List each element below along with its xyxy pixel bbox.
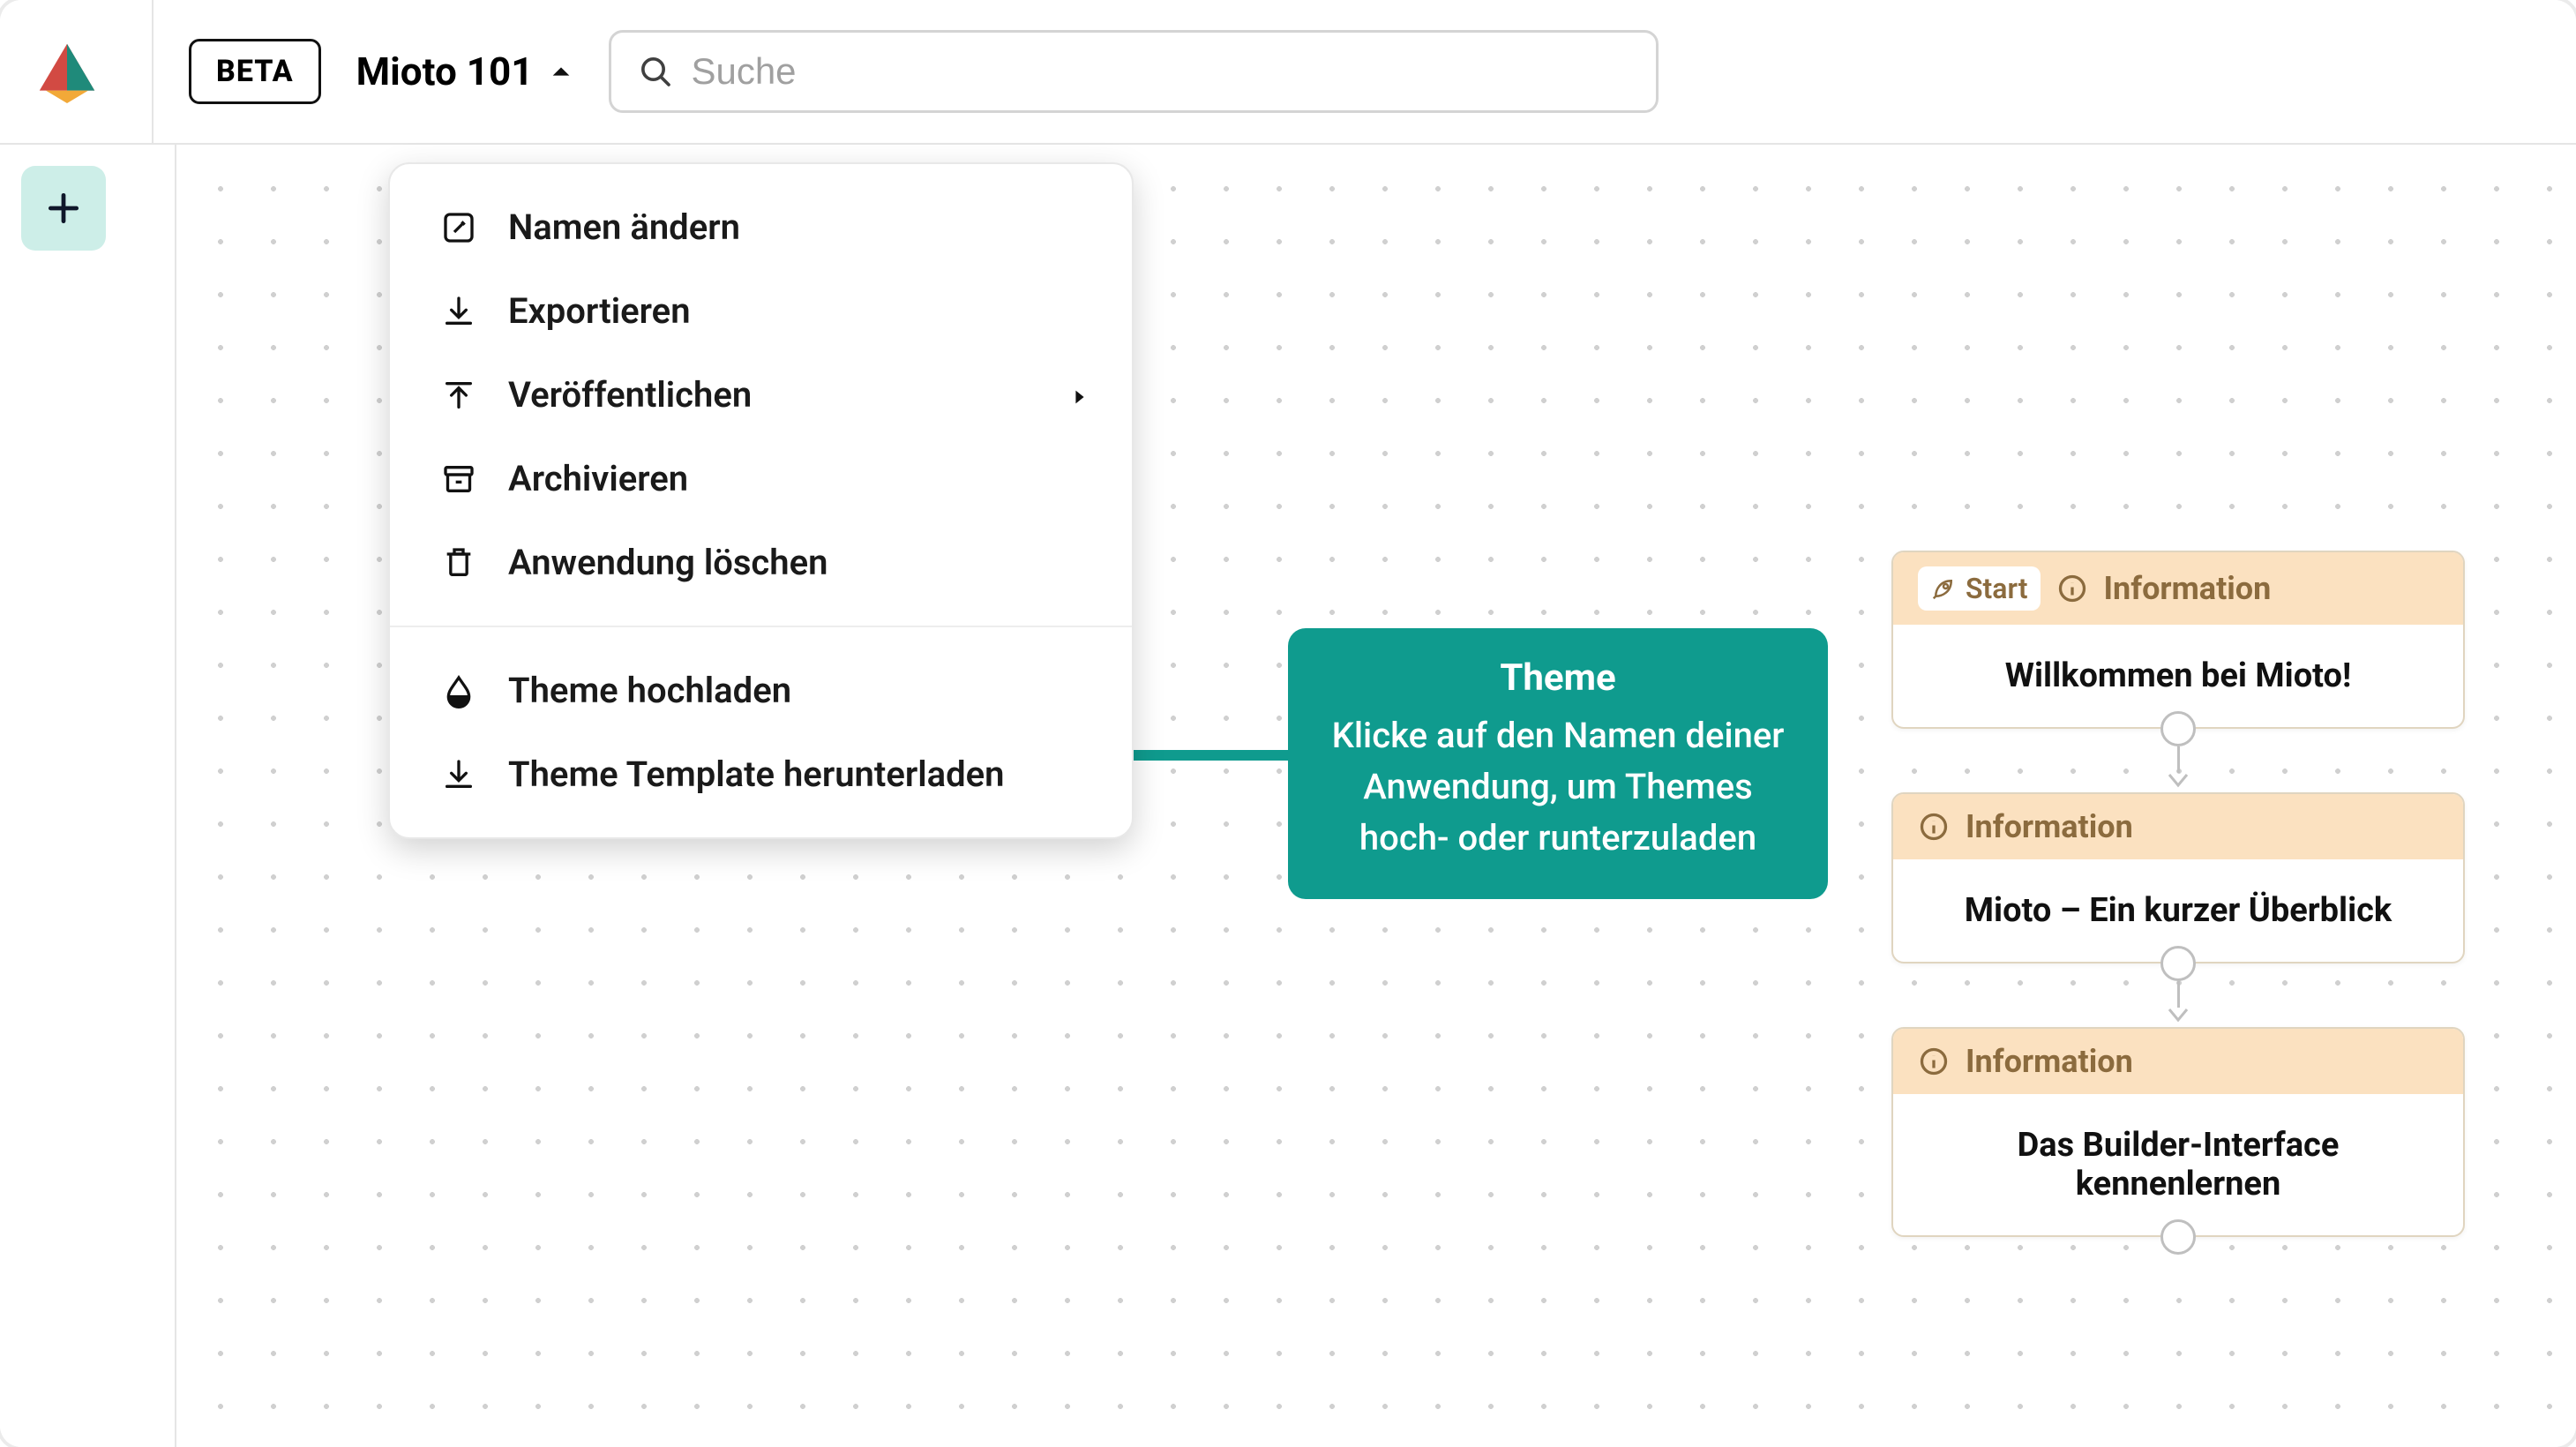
menu-section-theme: Theme hochladen Theme Template herunterl… <box>390 626 1132 837</box>
menu-item-label: Exportieren <box>508 290 691 332</box>
node-type-label: Information <box>1966 808 2133 845</box>
edit-icon <box>439 208 478 247</box>
beta-badge: BETA <box>189 39 321 104</box>
droplet-icon <box>439 671 478 710</box>
canvas[interactable]: Namen ändern Exportieren Veröffentlichen <box>176 145 2576 1447</box>
trash-icon <box>439 544 478 582</box>
menu-section-main: Namen ändern Exportieren Veröffentlichen <box>390 164 1132 626</box>
tooltip-callout: Theme Klicke auf den Namen deiner Anwend… <box>1288 628 1828 899</box>
app-title-menu: Namen ändern Exportieren Veröffentlichen <box>388 162 1134 839</box>
node-connector <box>2160 729 2196 792</box>
callout-body: Klicke auf den Namen deiner Anwendung, u… <box>1323 710 1793 864</box>
search-input[interactable] <box>691 50 1629 93</box>
start-label: Start <box>1966 572 2028 605</box>
topbar-divider <box>152 0 154 143</box>
node-type-label: Information <box>1966 1043 2133 1080</box>
topbar: BETA Mioto 101 <box>0 0 2576 145</box>
flow-node[interactable]: Start Information Willkommen bei Mioto! <box>1891 551 2465 729</box>
node-type-label: Information <box>2104 570 2272 607</box>
info-icon <box>1918 1046 1950 1077</box>
flow-node[interactable]: Information Das Builder-Interface kennen… <box>1891 1027 2465 1237</box>
node-header: Information <box>1893 1029 2463 1094</box>
flow-node[interactable]: Information Mioto – Ein kurzer Überblick <box>1891 792 2465 963</box>
app-logo[interactable] <box>35 40 99 103</box>
add-node-button[interactable] <box>21 166 106 251</box>
menu-item-delete[interactable]: Anwendung löschen <box>390 521 1132 604</box>
menu-item-label: Theme hochladen <box>508 670 791 711</box>
node-connector <box>2160 963 2196 1027</box>
menu-item-export[interactable]: Exportieren <box>390 269 1132 353</box>
node-title: Das Builder-Interface kennenlernen <box>1893 1094 2463 1235</box>
download-icon <box>439 292 478 331</box>
rocket-icon <box>1930 575 1957 602</box>
plus-icon <box>44 189 83 228</box>
node-header: Start Information <box>1893 552 2463 625</box>
start-badge: Start <box>1918 566 2041 611</box>
logo-icon <box>35 40 99 103</box>
menu-item-theme-upload[interactable]: Theme hochladen <box>390 649 1132 732</box>
chevron-right-icon <box>1070 374 1090 416</box>
menu-item-theme-download[interactable]: Theme Template herunterladen <box>390 732 1132 816</box>
node-connector <box>2160 1237 2196 1255</box>
callout-title: Theme <box>1323 656 1793 700</box>
menu-item-label: Veröffentlichen <box>508 374 752 416</box>
main: Namen ändern Exportieren Veröffentlichen <box>0 145 2576 1447</box>
app-title-dropdown[interactable]: Mioto 101 <box>356 49 574 94</box>
info-icon <box>1918 811 1950 843</box>
search-box[interactable] <box>609 30 1659 113</box>
archive-icon <box>439 460 478 499</box>
info-icon <box>2056 573 2088 604</box>
flow-column: Start Information Willkommen bei Mioto! … <box>1891 551 2465 1255</box>
download-icon <box>439 755 478 794</box>
app-frame: BETA Mioto 101 <box>0 0 2576 1447</box>
app-title-text: Mioto 101 <box>356 49 534 94</box>
menu-item-label: Archivieren <box>508 458 688 499</box>
menu-item-label: Anwendung löschen <box>508 542 827 583</box>
sidebar <box>0 145 176 1447</box>
menu-item-archive[interactable]: Archivieren <box>390 437 1132 521</box>
node-header: Information <box>1893 794 2463 859</box>
menu-item-label: Theme Template herunterladen <box>508 753 1005 795</box>
chevron-up-icon <box>549 59 573 84</box>
menu-item-label: Namen ändern <box>508 206 740 248</box>
upload-icon <box>439 376 478 415</box>
menu-item-rename[interactable]: Namen ändern <box>390 185 1132 269</box>
search-icon <box>638 54 673 89</box>
menu-item-publish[interactable]: Veröffentlichen <box>390 353 1132 437</box>
